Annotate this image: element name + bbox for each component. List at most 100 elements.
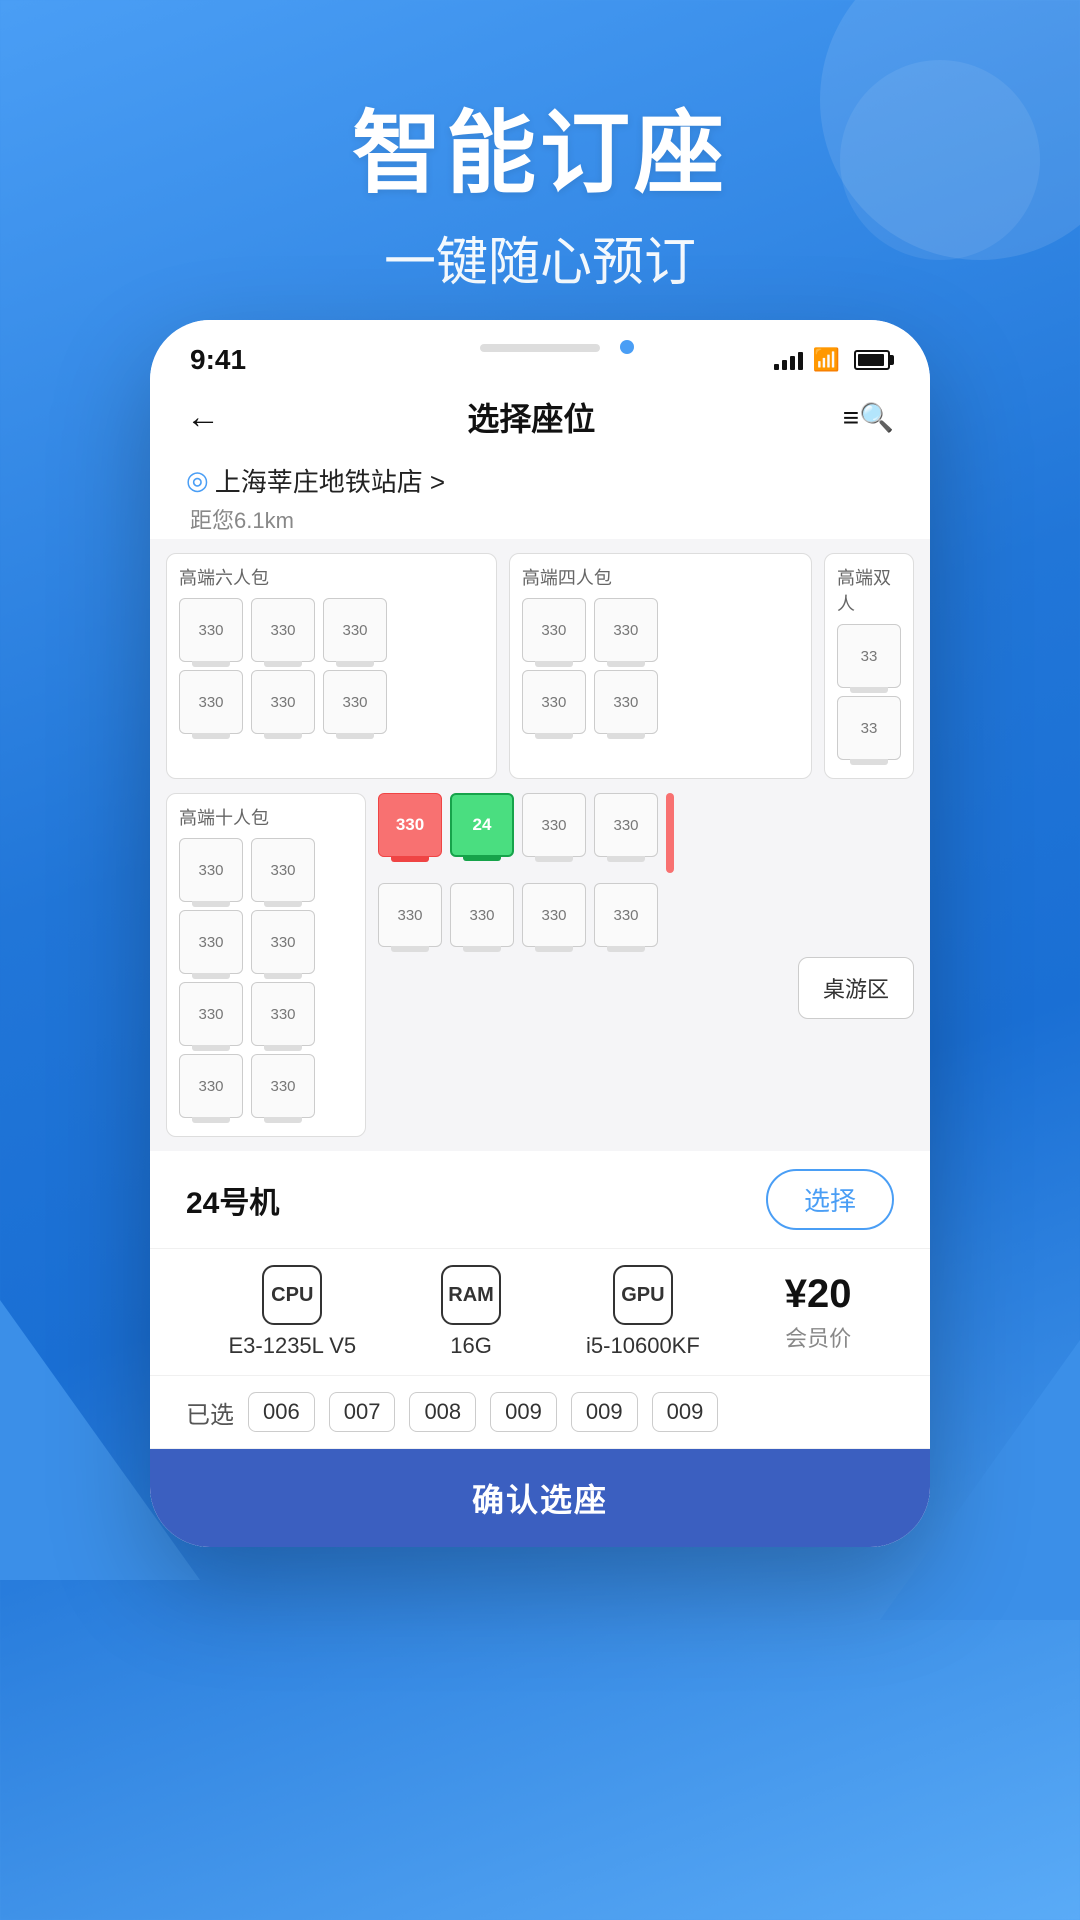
seat-r3[interactable]: 330 [522,793,586,857]
signal-bar-3 [790,356,795,370]
signal-bar-1 [774,364,779,370]
six-row-2: 330 330 330 [179,670,484,734]
seat-s6[interactable]: 330 [323,670,387,734]
bottom-panel: 24号机 选择 CPU E3-1235L V5 RAM 16G GPU [150,1151,930,1547]
seat-t5[interactable]: 330 [179,982,243,1046]
section-four-pack: 高端四人包 330 330 330 330 [509,553,812,779]
board-game-label: 桌游区 [823,977,889,1002]
double-row-1: 33 [837,624,901,688]
section-double-label: 高端双人 [837,564,901,616]
seat-f2[interactable]: 330 [594,598,658,662]
seat-s2[interactable]: 330 [251,598,315,662]
seat-s1[interactable]: 330 [179,598,243,662]
selected-seats-row: 已选 006 007 008 009 009 009 [150,1376,930,1449]
gpu-spec: GPU i5-10600KF [586,1265,700,1359]
ten-row-3: 330 330 [179,982,353,1046]
map-top-row: 高端六人包 330 330 330 330 330 330 高端四人包 330 … [166,553,914,779]
ram-spec: RAM 16G [441,1265,501,1359]
seat-f3[interactable]: 330 [522,670,586,734]
location-pin-icon: ◎ [186,465,209,496]
seat-t2[interactable]: 330 [251,838,315,902]
signal-bar-4 [798,352,803,370]
four-row-1: 330 330 [522,598,799,662]
select-machine-button[interactable]: 选择 [766,1169,894,1230]
machine-name: 24号机 [186,1178,279,1222]
seat-occupied-330[interactable]: 330 [378,793,442,857]
seat-t8[interactable]: 330 [251,1054,315,1118]
seat-f1[interactable]: 330 [522,598,586,662]
signal-bars-icon [774,350,803,370]
wifi-icon: 📶 [813,347,840,373]
seat-d2[interactable]: 33 [837,696,901,760]
seat-t4[interactable]: 330 [251,910,315,974]
phone-dot [620,340,634,354]
selected-seat-009b: 009 [571,1392,638,1432]
ram-value: 16G [450,1333,492,1359]
selected-seat-006: 006 [248,1392,315,1432]
seat-s4[interactable]: 330 [179,670,243,734]
seat-f4[interactable]: 330 [594,670,658,734]
right-seat-area: 330 24 330 330 330 330 330 330 桌游区 [378,793,914,1137]
section-four-label: 高端四人包 [522,564,799,590]
gpu-value: i5-10600KF [586,1333,700,1359]
hero-subtitle: 一键随心预订 [0,220,1080,295]
board-game-area: 桌游区 [798,957,914,1019]
phone-mockup: 9:41 📶 ← 选择座位 ≡🔍 ◎ 上海莘庄地铁站店 > 距您6.1km [150,320,930,1547]
hero-section: 智能订座 一键随心预订 [0,80,1080,295]
right-bottom-row: 330 330 330 330 [378,883,914,947]
status-icons: 📶 [774,347,890,373]
seat-d1[interactable]: 33 [837,624,901,688]
app-header: ← 选择座位 ≡🔍 [150,384,930,454]
filter-search-icon[interactable]: ≡🔍 [843,401,894,434]
phone-pill [480,344,600,352]
seat-s5[interactable]: 330 [251,670,315,734]
ram-icon-label: RAM [448,1284,494,1307]
seat-map: 高端六人包 330 330 330 330 330 330 高端四人包 330 … [150,539,930,1151]
seat-t7[interactable]: 330 [179,1054,243,1118]
seat-t3[interactable]: 330 [179,910,243,974]
status-bar: 9:41 📶 [150,320,930,384]
selected-seat-009c: 009 [652,1392,719,1432]
location-text: 上海莘庄地铁站店 > [215,462,445,499]
price-value: ¥20 [785,1272,852,1317]
seat-t6[interactable]: 330 [251,982,315,1046]
page-title: 选择座位 [467,394,595,440]
section-six-pack: 高端六人包 330 330 330 330 330 330 [166,553,497,779]
six-row-1: 330 330 330 [179,598,484,662]
battery-icon [854,350,890,370]
seat-rb1[interactable]: 330 [378,883,442,947]
battery-fill [858,354,884,366]
selected-seat-008: 008 [409,1392,476,1432]
seat-selected-24[interactable]: 24 [450,793,514,857]
seat-rb3[interactable]: 330 [522,883,586,947]
section-double-pack: 高端双人 33 33 [824,553,914,779]
ten-row-4: 330 330 [179,1054,353,1118]
hero-title: 智能订座 [0,80,1080,210]
ten-row-2: 330 330 [179,910,353,974]
seat-rb4[interactable]: 330 [594,883,658,947]
ten-row-1: 330 330 [179,838,353,902]
section-ten-pack: 高端十人包 330 330 330 330 330 330 330 330 [166,793,366,1137]
gpu-icon: GPU [613,1265,673,1325]
location-name[interactable]: ◎ 上海莘庄地铁站店 > [186,462,894,499]
ram-icon: RAM [441,1265,501,1325]
seat-s3[interactable]: 330 [323,598,387,662]
section-ten-label: 高端十人包 [179,804,353,830]
selected-label: 已选 [186,1395,234,1430]
seat-r4[interactable]: 330 [594,793,658,857]
location-distance: 距您6.1km [186,503,894,535]
gpu-icon-label: GPU [621,1284,664,1307]
status-time: 9:41 [190,344,246,376]
selected-seat-009a: 009 [490,1392,557,1432]
back-button[interactable]: ← [186,398,220,437]
double-row-2: 33 [837,696,901,760]
cpu-value: E3-1235L V5 [228,1333,356,1359]
confirm-button[interactable]: 确认选座 [150,1449,930,1547]
selected-seat-007: 007 [329,1392,396,1432]
cpu-icon: CPU [262,1265,322,1325]
location-bar: ◎ 上海莘庄地铁站店 > 距您6.1km [150,454,930,539]
seat-rb2[interactable]: 330 [450,883,514,947]
seat-t1[interactable]: 330 [179,838,243,902]
section-six-label: 高端六人包 [179,564,484,590]
specs-row: CPU E3-1235L V5 RAM 16G GPU i5-10600KF ¥… [150,1249,930,1376]
